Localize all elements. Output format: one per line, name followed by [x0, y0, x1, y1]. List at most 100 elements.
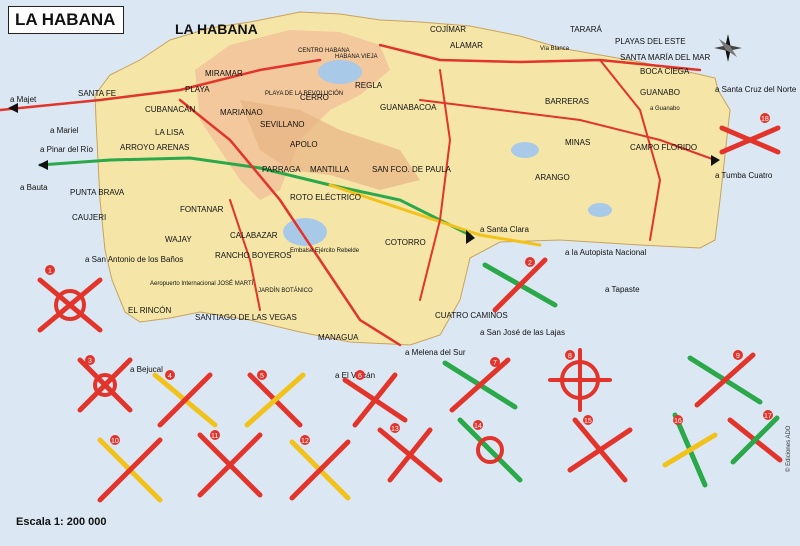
- exit-melena: a Melena del Sur: [405, 348, 466, 357]
- label-campo-florido: CAMPO FLORIDO: [630, 143, 697, 152]
- exit-tumba: a Tumba Cuatro: [715, 171, 773, 180]
- label-barreras: BARRERAS: [545, 97, 589, 106]
- svg-text:9: 9: [736, 353, 740, 360]
- svg-text:15: 15: [584, 418, 592, 425]
- interchange-badge-9: 9: [733, 350, 743, 360]
- label-alamar: ALAMAR: [450, 41, 483, 50]
- interchange-badge-7: 7: [490, 357, 500, 367]
- exit-mariel: a Mariel: [50, 126, 79, 135]
- label-sevillano: SEVILLANO: [260, 120, 304, 129]
- svg-text:3: 3: [88, 358, 92, 365]
- label-cotorro: COTORRO: [385, 238, 426, 247]
- label-boca-ciega: BOCA CIEGA: [640, 67, 690, 76]
- map-canvas: LA HABANA PLAYA MIRAMAR CUBANACÁN LA LIS…: [0, 0, 800, 546]
- exit-tapaste: a Tapaste: [605, 285, 640, 294]
- svg-text:7: 7: [493, 360, 497, 367]
- label-marianao: MARIANAO: [220, 108, 263, 117]
- interchange-badge-16: 16: [673, 415, 683, 425]
- reservoir-ejercito-rebelde: [283, 218, 327, 246]
- label-fontanar: FONTANAR: [180, 205, 224, 214]
- label-rancho-boyeros: RANCHO BOYEROS: [215, 251, 291, 260]
- interchange-badge-17: 17: [763, 410, 773, 420]
- label-caujeri: CAUJERI: [72, 213, 106, 222]
- scale-label: Escala 1: 200 000: [16, 516, 107, 528]
- exit-guanabo: a Guanabo: [650, 106, 680, 112]
- label-punta-brava: PUNTA BRAVA: [70, 188, 125, 197]
- reservoir-east: [511, 142, 539, 158]
- label-miramar: MIRAMAR: [205, 69, 243, 78]
- label-guanabacoa: GUANABACOA: [380, 103, 437, 112]
- interchange-badge-15: 15: [583, 415, 593, 425]
- label-mantilla: MANTILLA: [310, 165, 350, 174]
- exit-bejucal: a Bejucal: [130, 365, 163, 374]
- svg-text:8: 8: [568, 353, 572, 360]
- label-la-lisa: LA LISA: [155, 128, 185, 137]
- svg-text:18: 18: [761, 116, 769, 123]
- interchange-badge-6: 6: [355, 370, 365, 380]
- publisher-credit: © Ediciones ADO: [786, 425, 792, 472]
- label-cojimar: COJÍMAR: [430, 25, 466, 34]
- label-cuatro-caminos: CUATRO CAMINOS: [435, 311, 508, 320]
- label-regla: REGLA: [355, 81, 383, 90]
- svg-text:17: 17: [764, 413, 772, 420]
- label-vieja: HABANA VIEJA: [335, 54, 378, 60]
- label-cerro: CERRO: [300, 93, 329, 102]
- exit-volcan: a El Volcán: [335, 371, 375, 380]
- label-parraga: PARRAGA: [262, 165, 301, 174]
- label-santa-maria: SANTA MARÍA DEL MAR: [620, 53, 710, 62]
- interchange-badge-14: 14: [473, 420, 483, 430]
- interchange-badge-3: 3: [85, 355, 95, 365]
- interchange-badge-1: 1: [45, 265, 55, 275]
- exit-via-blanca: Vía Blanca: [540, 46, 570, 52]
- label-jardin: JARDÍN BOTÁNICO: [258, 287, 313, 294]
- exit-autopista: a la Autopista Nacional: [565, 248, 647, 257]
- label-minas: MINAS: [565, 138, 590, 147]
- exit-bauta: a Bauta: [20, 183, 48, 192]
- svg-text:4: 4: [168, 373, 172, 380]
- svg-text:14: 14: [474, 423, 482, 430]
- svg-text:2: 2: [528, 260, 532, 267]
- label-playa: PLAYA: [185, 85, 210, 94]
- exit-majet: a Majet: [10, 95, 37, 104]
- label-playas-este: PLAYAS DEL ESTE: [615, 37, 686, 46]
- label-roto: ROTO ELÉCTRICO: [290, 193, 361, 202]
- map-title-box: LA HABANA: [8, 6, 124, 34]
- svg-text:12: 12: [301, 438, 309, 445]
- interchange-badge-2: 2: [525, 257, 535, 267]
- exit-santa-cruz: a Santa Cruz del Norte: [715, 85, 797, 94]
- interchange-badge-5: 5: [257, 370, 267, 380]
- interchange-badge-11: 11: [210, 430, 220, 440]
- exit-san-antonio: a San Antonio de los Baños: [85, 255, 183, 264]
- svg-text:11: 11: [211, 433, 218, 440]
- label-arango: ARANGO: [535, 173, 570, 182]
- exit-lajas: a San José de las Lajas: [480, 328, 565, 337]
- svg-text:5: 5: [260, 373, 264, 380]
- label-arroyo: ARROYO ARENAS: [120, 143, 189, 152]
- label-wajay: WAJAY: [165, 235, 192, 244]
- label-airport: Aeropuerto Internacional JOSÉ MARTÍ: [150, 280, 254, 287]
- interchange-badge-8: 8: [565, 350, 575, 360]
- label-santa-fe: SANTA FE: [78, 89, 116, 98]
- label-calabazar: CALABAZAR: [230, 231, 278, 240]
- label-san-fco: SAN FCO. DE PAULA: [372, 165, 452, 174]
- label-guanabo: GUANABO: [640, 88, 680, 97]
- interchange-badge-13: 13: [390, 423, 400, 433]
- exit-santa-clara: a Santa Clara: [480, 225, 529, 234]
- svg-text:10: 10: [111, 438, 119, 445]
- label-el-rincon: EL RINCÓN: [128, 306, 171, 315]
- interchange-badge-12: 12: [300, 435, 310, 445]
- interchange-badge-10: 10: [110, 435, 120, 445]
- svg-text:13: 13: [391, 426, 399, 433]
- label-tarara: TARARÁ: [570, 25, 603, 34]
- map-title: LA HABANA: [15, 10, 116, 29]
- interchange-badge-4: 4: [165, 370, 175, 380]
- exit-pinar: a Pinar del Río: [40, 145, 93, 154]
- label-city: LA HABANA: [175, 21, 258, 37]
- label-embalse: Embalse Ejército Rebelde: [290, 248, 360, 254]
- svg-text:1: 1: [48, 268, 52, 275]
- label-cubanacan: CUBANACÁN: [145, 105, 195, 114]
- svg-text:6: 6: [358, 373, 362, 380]
- label-apolo: APOLO: [290, 140, 318, 149]
- reservoir-south: [588, 203, 612, 217]
- label-santiago: SANTIAGO DE LAS VEGAS: [195, 313, 297, 322]
